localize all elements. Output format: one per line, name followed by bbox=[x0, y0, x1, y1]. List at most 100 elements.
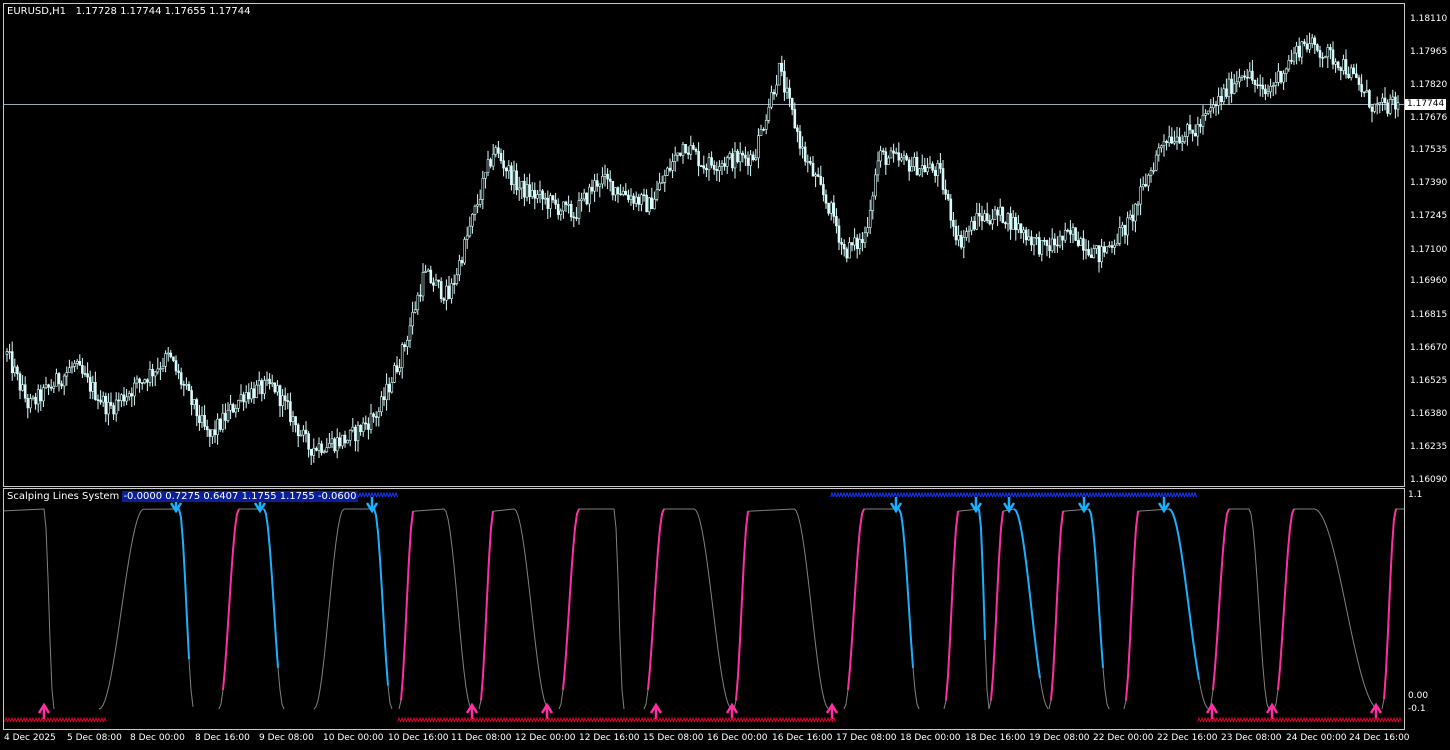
buy-signal-mark bbox=[1239, 716, 1243, 723]
time-tick-label: 24 Dec 16:00 bbox=[1349, 733, 1410, 743]
candle-body bbox=[541, 190, 544, 200]
price-tick-label: 1.17390 bbox=[1410, 178, 1448, 189]
candle-body bbox=[824, 194, 828, 204]
candle-body bbox=[949, 198, 953, 221]
candle-body bbox=[445, 285, 448, 301]
candle-body bbox=[1193, 132, 1197, 137]
sell-signal-mark bbox=[995, 491, 999, 498]
candle-body bbox=[52, 385, 56, 389]
buy-signal-mark bbox=[754, 716, 758, 723]
buy-signal-mark bbox=[1305, 716, 1309, 723]
buy-signal-mark bbox=[649, 716, 653, 723]
candle-body bbox=[1222, 88, 1226, 103]
candle-body bbox=[1110, 245, 1114, 248]
candle-body bbox=[1321, 57, 1324, 59]
sell-signal-mark bbox=[908, 491, 912, 498]
candle-body bbox=[1079, 238, 1083, 246]
candle-body bbox=[1365, 90, 1369, 93]
price-tick-label: 1.16960 bbox=[1410, 276, 1448, 287]
sell-signal-mark bbox=[920, 491, 924, 498]
sell-signal-mark bbox=[1169, 491, 1173, 498]
candle-body bbox=[520, 180, 524, 189]
candle-body bbox=[255, 384, 258, 398]
candle-body bbox=[1066, 229, 1070, 232]
buy-signal-mark bbox=[1347, 716, 1351, 723]
signal-line-sell bbox=[978, 508, 986, 640]
sell-signal-mark bbox=[1031, 491, 1035, 498]
indicator-chart[interactable] bbox=[4, 489, 1404, 729]
buy-signal-mark bbox=[568, 716, 572, 723]
sell-signal-mark bbox=[929, 491, 933, 498]
buy-signal-mark bbox=[796, 716, 800, 723]
time-tick-label: 17 Dec 08:00 bbox=[836, 733, 897, 743]
candle-body bbox=[718, 166, 721, 172]
candle-body bbox=[957, 235, 960, 241]
candle-body bbox=[276, 385, 279, 393]
buy-signal-mark bbox=[439, 716, 443, 723]
candle-body bbox=[484, 172, 487, 179]
candle-body bbox=[351, 426, 355, 431]
signal-line-gray bbox=[733, 508, 829, 710]
candle-body bbox=[1105, 246, 1109, 253]
sell-signal-mark bbox=[875, 491, 879, 498]
candle-body bbox=[65, 372, 69, 377]
candle-body bbox=[1045, 240, 1049, 246]
buy-signal-mark bbox=[640, 716, 644, 723]
buy-signal-mark bbox=[31, 716, 35, 723]
candle-body bbox=[44, 384, 48, 389]
price-chart-pane[interactable]: EURUSD,H1 1.17728 1.17744 1.17655 1.1774… bbox=[3, 3, 1405, 487]
candle-body bbox=[148, 368, 152, 383]
candle-body bbox=[55, 373, 58, 387]
buy-signal-mark bbox=[1197, 716, 1201, 723]
time-tick-label: 18 Dec 00:00 bbox=[900, 733, 961, 743]
buy-signal-mark bbox=[490, 716, 494, 723]
sell-signal-mark bbox=[1064, 491, 1068, 498]
buy-arrow-icon bbox=[540, 702, 554, 719]
buy-signal-mark bbox=[526, 716, 530, 723]
buy-signal-mark bbox=[811, 716, 815, 723]
buy-signal-mark bbox=[1344, 716, 1348, 723]
buy-signal-mark bbox=[676, 716, 680, 723]
candle-body bbox=[562, 201, 565, 212]
buy-signal-mark bbox=[622, 716, 626, 723]
candle-body bbox=[153, 371, 157, 377]
candle-body bbox=[307, 433, 310, 450]
indicator-pane[interactable]: Scalping Lines System -0.0000 0.7275 0.6… bbox=[3, 488, 1405, 730]
candle-body bbox=[585, 192, 589, 205]
buy-signal-mark bbox=[598, 716, 602, 723]
buy-signal-mark bbox=[571, 716, 575, 723]
candle-body bbox=[1271, 85, 1275, 87]
buy-signal-mark bbox=[550, 716, 554, 723]
candle-body bbox=[653, 198, 656, 210]
buy-signal-mark bbox=[718, 716, 722, 723]
candle-body bbox=[348, 429, 352, 441]
candle-body bbox=[491, 153, 495, 167]
candle-body bbox=[634, 196, 638, 204]
candle-body bbox=[998, 206, 1002, 216]
candle-body bbox=[1227, 78, 1231, 97]
buy-signal-mark bbox=[484, 716, 488, 723]
candle-body bbox=[403, 344, 407, 347]
sell-signal-mark bbox=[1106, 491, 1110, 498]
candle-body bbox=[1102, 246, 1106, 253]
candle-body bbox=[991, 219, 994, 225]
buy-signal-mark bbox=[748, 716, 752, 723]
sell-signal-mark bbox=[391, 491, 395, 498]
candle-body bbox=[1175, 136, 1179, 142]
candle-body bbox=[1074, 227, 1077, 241]
buy-signal-mark bbox=[1257, 716, 1261, 723]
signal-line-gray bbox=[313, 508, 393, 710]
candle-body bbox=[317, 443, 321, 451]
buy-signal-mark bbox=[1365, 716, 1369, 723]
candle-body bbox=[845, 248, 849, 259]
candlestick-chart[interactable] bbox=[4, 4, 1404, 486]
candle-body bbox=[330, 438, 334, 444]
buy-signal-mark bbox=[16, 716, 20, 723]
buy-signal-mark bbox=[475, 716, 479, 723]
candle-body bbox=[1011, 216, 1015, 230]
buy-signal-mark bbox=[478, 716, 482, 723]
buy-signal-mark bbox=[85, 716, 89, 723]
candle-body bbox=[70, 366, 74, 369]
signal-line-gray bbox=[988, 508, 1049, 710]
signal-line-buy bbox=[222, 508, 240, 690]
